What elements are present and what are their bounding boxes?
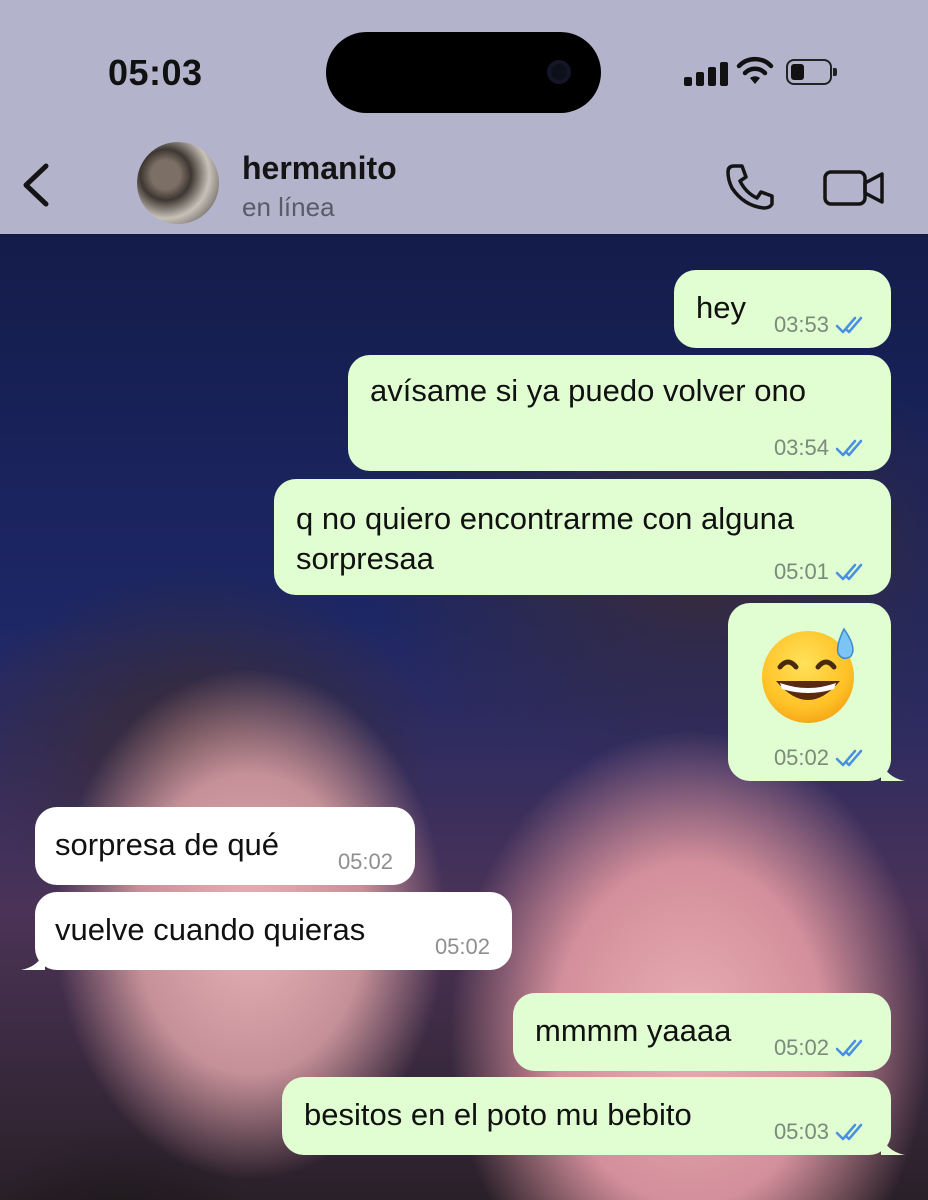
message-time: 05:02 [773,1035,829,1060]
video-camera-icon[interactable] [822,166,886,210]
message-bubble-outgoing[interactable]: avísame si ya puedo volver ono 03:54 [348,355,891,471]
message-bubble-outgoing[interactable]: 05:02 [728,603,905,781]
contact-name[interactable]: hermanito [242,150,397,187]
wifi-icon [736,56,774,84]
battery-level [791,64,804,80]
chat-background: hey 03:53 avísame si ya puedo volver ono… [0,234,928,1200]
message-time: 05:02 [434,934,490,959]
message-bubble-outgoing[interactable]: mmmm yaaaa 05:02 [513,993,891,1071]
double-check-icon [835,1123,863,1141]
chat-header: hermanito en línea [0,140,928,234]
message-bubble-incoming[interactable]: vuelve cuando quieras 05:02 [21,892,512,970]
signal-icon [684,60,728,86]
battery-icon [786,59,837,85]
message-meta: 05:01 [774,561,869,583]
message-meta: 05:02 [435,936,490,958]
message-meta: 05:03 [774,1121,869,1143]
double-check-icon [835,316,863,334]
bubble-tail [21,948,45,970]
message-meta: 05:02 [774,747,869,769]
message-bubble-outgoing[interactable]: hey 03:53 [674,270,891,348]
message-meta: 03:53 [774,314,869,336]
dynamic-island [326,32,601,113]
message-text: avísame si ya puedo volver ono [370,373,806,408]
bubble-tail [881,1133,905,1155]
message-bubble-outgoing[interactable]: besitos en el poto mu bebito 05:03 [282,1077,905,1155]
double-check-icon [835,439,863,457]
message-time: 03:53 [773,312,829,337]
phone-icon[interactable] [724,162,778,210]
message-time: 05:02 [337,849,393,874]
double-check-icon [835,563,863,581]
message-meta: 05:02 [338,851,393,873]
message-meta: 03:54 [774,437,869,459]
message-bubble-incoming[interactable]: sorpresa de qué 05:02 [35,807,415,885]
bubble-tail [881,759,905,781]
message-time: 05:03 [773,1119,829,1144]
double-check-icon [835,1039,863,1057]
message-meta: 05:02 [774,1037,869,1059]
message-time: 05:02 [773,745,829,770]
message-time: 05:01 [773,559,829,584]
back-chevron-icon[interactable] [14,160,58,210]
status-bar: 05:03 [0,0,928,140]
contact-avatar[interactable] [137,142,219,224]
contact-status: en línea [242,192,335,222]
message-bubble-outgoing[interactable]: q no quiero encontrarme con alguna sorpr… [274,479,891,595]
double-check-icon [835,749,863,767]
front-camera [547,60,571,84]
message-time: 03:54 [773,435,829,460]
grinning-face-with-sweat-emoji [762,627,854,723]
status-time: 05:03 [108,52,203,93]
